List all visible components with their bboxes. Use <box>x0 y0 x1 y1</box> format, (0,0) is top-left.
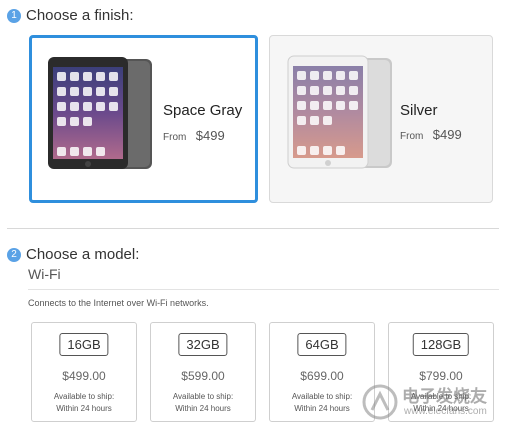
watermark-logo-icon <box>362 384 398 420</box>
step1-number-badge: 1 <box>7 8 21 23</box>
ship-time: Within 24 hours <box>56 404 112 413</box>
ship-time: Within 24 hours <box>175 404 231 413</box>
model-price: $599.00 <box>181 369 225 383</box>
capacity-label: 32GB <box>178 333 228 356</box>
capacity-label: 64GB <box>297 333 347 356</box>
step1-title: Choose a finish: <box>26 7 134 24</box>
ship-status-label: Available to ship: <box>53 392 115 401</box>
watermark-logo: 电子发烧友 www.elecfans.com <box>360 378 506 427</box>
connectivity-description: Connects to the Internet over Wi-Fi netw… <box>28 298 209 308</box>
finish-option-silver[interactable]: Silver From $499 <box>269 35 493 203</box>
from-label: From <box>163 132 187 143</box>
finish-option-space-gray[interactable]: Space Gray From $499 <box>29 35 258 203</box>
connectivity-label: Wi-Fi <box>28 266 61 282</box>
watermark-url: www.elecfans.com <box>404 406 487 417</box>
price-value: $499 <box>195 128 225 143</box>
step2-heading: 2 Choose a model: <box>7 246 139 263</box>
model-option-32gb[interactable]: 32GB $599.00 Available to ship: Within 2… <box>150 322 256 422</box>
capacity-label: 16GB <box>59 333 109 356</box>
from-label: From <box>400 131 424 142</box>
price-value: $499 <box>432 127 462 142</box>
model-price: $499.00 <box>62 369 106 383</box>
wifi-divider <box>28 289 499 290</box>
model-price: $699.00 <box>300 369 344 383</box>
ship-status-label: Available to ship: <box>291 392 353 401</box>
ipad-silver-image <box>287 55 392 169</box>
ship-time: Within 24 hours <box>294 404 350 413</box>
step2-number-badge: 2 <box>7 247 21 262</box>
finish-price-space-gray: From $499 <box>163 127 225 145</box>
step1-heading: 1 Choose a finish: <box>7 7 134 24</box>
model-option-16gb[interactable]: 16GB $499.00 Available to ship: Within 2… <box>31 322 137 422</box>
ipad-space-gray-image <box>48 57 152 169</box>
section-divider <box>7 228 499 229</box>
capacity-label: 128GB <box>412 333 470 356</box>
finish-name-space-gray: Space Gray <box>163 102 243 119</box>
watermark-text: 电子发烧友 <box>402 387 487 407</box>
finish-name-silver: Silver <box>400 102 438 119</box>
ipad-configurator: 1 Choose a finish: Space Gray From $499 … <box>0 0 506 427</box>
step2-title: Choose a model: <box>26 246 140 263</box>
ship-status-label: Available to ship: <box>172 392 234 401</box>
finish-price-silver: From $499 <box>400 126 462 144</box>
